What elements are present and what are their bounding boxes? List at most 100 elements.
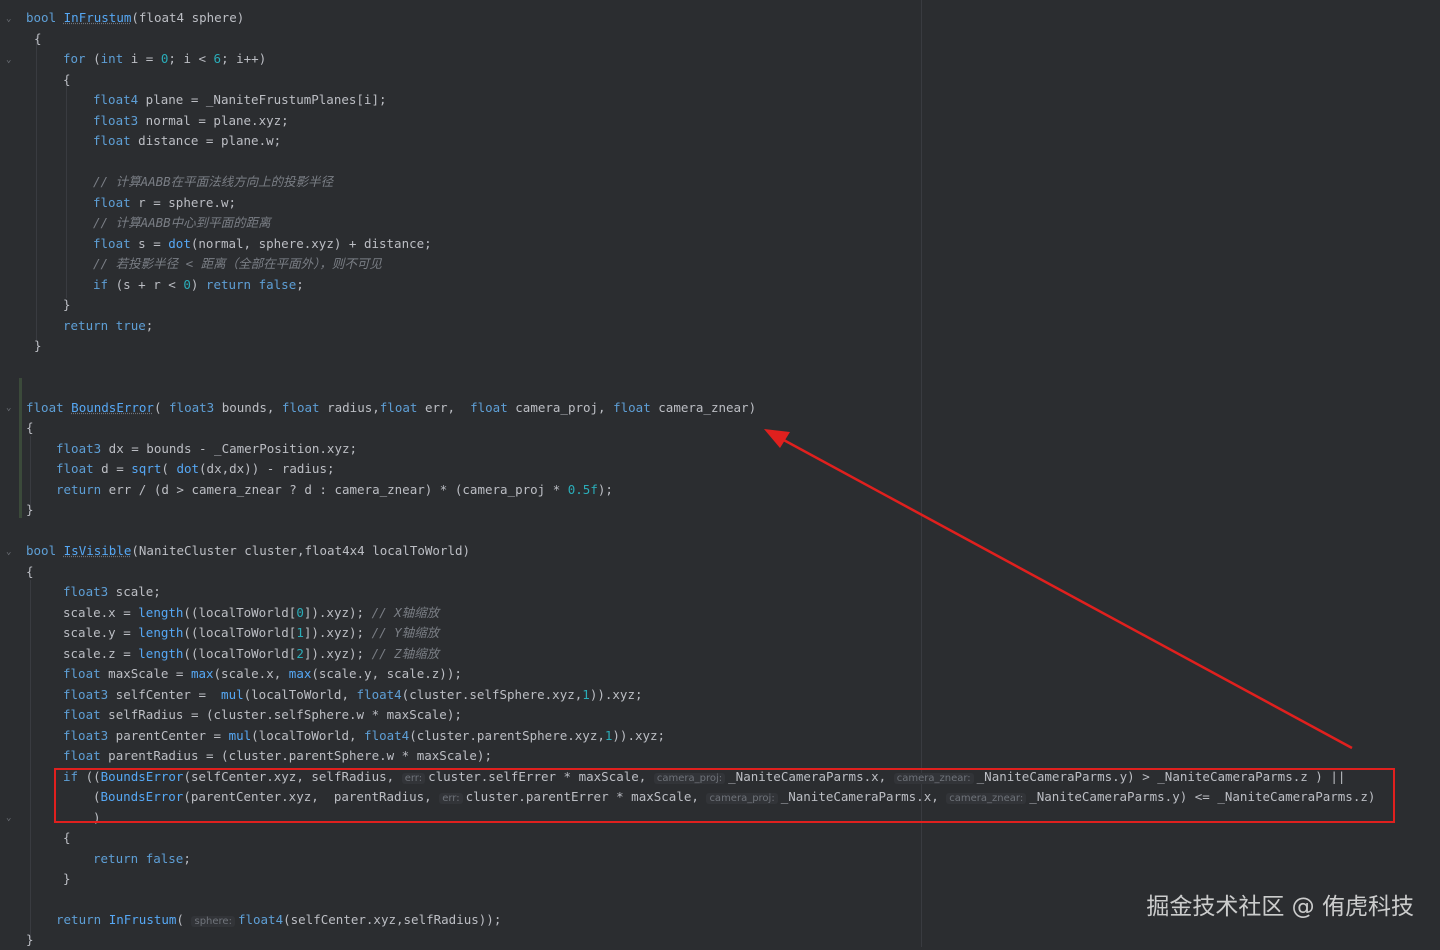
function-call: mul <box>221 687 244 702</box>
code-line[interactable]: float s = dot(normal, sphere.xyz) + dist… <box>93 234 432 254</box>
keyword: return <box>56 912 102 927</box>
code-line[interactable]: float r = sphere.w; <box>93 193 236 213</box>
code-line[interactable]: float maxScale = max(scale.x, max(scale.… <box>63 664 462 684</box>
code-text: )).xyz; <box>589 687 643 702</box>
keyword: return <box>63 318 109 333</box>
code-text: selfRadius = (cluster.selfSphere.w * max… <box>100 707 462 722</box>
code-line[interactable]: return true; <box>63 316 153 336</box>
vcs-change-marker <box>19 378 22 518</box>
type: float <box>613 400 651 415</box>
keyword: bool <box>26 543 57 558</box>
indent-guide <box>36 36 37 341</box>
code-line[interactable]: float BoundsError( float3 bounds, float … <box>26 398 756 418</box>
function-call: dot <box>176 461 200 476</box>
brace: } <box>63 297 71 312</box>
code-line[interactable]: // 计算AABB在平面法线方向上的投影半径 <box>93 172 333 192</box>
comment: // 计算AABB中心到平面的距离 <box>93 215 271 230</box>
code-line[interactable]: } <box>34 336 42 356</box>
code-line[interactable]: } <box>63 869 71 889</box>
code-line[interactable]: float3 scale; <box>63 582 161 602</box>
code-line[interactable]: } <box>26 930 34 950</box>
code-line[interactable]: return err / (d > camera_znear ? d : cam… <box>56 480 613 500</box>
code-line[interactable]: // 计算AABB中心到平面的距离 <box>93 213 271 233</box>
keyword: return <box>56 482 102 497</box>
code-line[interactable]: bool IsVisible(NaniteCluster cluster,flo… <box>26 541 470 561</box>
code-editor[interactable]: ⌄ ⌄ ⌄ ⌄ ⌄ bool InFrustum(float4 sphere) … <box>0 0 1440 947</box>
code-text: (scale.y, scale.z)); <box>311 666 462 681</box>
arrow-shaft <box>779 436 1353 750</box>
code-line[interactable]: float selfRadius = (cluster.selfSphere.w… <box>63 705 462 725</box>
code-line[interactable]: if (s + r < 0) return false; <box>93 275 304 295</box>
number: 6 <box>213 51 222 66</box>
code-text: r = sphere.w; <box>130 195 236 210</box>
code-line[interactable]: float4 plane = _NaniteFrustumPlanes[i]; <box>93 90 387 110</box>
type: float3 <box>63 584 109 599</box>
code-line[interactable]: return false; <box>93 849 191 869</box>
code-text: maxScale = <box>100 666 191 681</box>
code-line[interactable]: return InFrustum( sphere: float4(selfCent… <box>56 910 501 930</box>
code-line[interactable]: scale.y = length((localToWorld[1]).xyz);… <box>63 623 439 643</box>
fold-icon[interactable]: ⌄ <box>6 14 16 24</box>
brace: { <box>63 72 71 87</box>
type: float <box>93 236 131 251</box>
function-call: max <box>288 666 312 681</box>
code-line[interactable]: { <box>26 418 34 438</box>
code-line[interactable]: float3 selfCenter = mul(localToWorld, fl… <box>63 685 643 705</box>
number: 2 <box>296 646 304 661</box>
code-line[interactable]: { <box>26 562 34 582</box>
brace: { <box>26 564 34 579</box>
code-line[interactable]: // 若投影半径 < 距离（全部在平面外），则不可见 <box>93 254 382 274</box>
indent-guide <box>66 86 67 298</box>
code-line[interactable]: bool InFrustum(float4 sphere) <box>26 8 244 28</box>
code-text: scale; <box>108 584 161 599</box>
code-line[interactable]: float3 dx = bounds - _CamerPosition.xyz; <box>56 439 357 459</box>
highlight-box <box>54 768 1395 823</box>
code-line[interactable]: scale.x = length((localToWorld[0]).xyz);… <box>63 603 439 623</box>
code-line[interactable]: { <box>34 29 42 49</box>
type: float <box>379 400 418 415</box>
code-text: (dx,dx)) - radius; <box>199 461 335 476</box>
function-call: InFrustum <box>108 912 177 927</box>
type: float <box>93 195 131 210</box>
brace: { <box>63 830 71 845</box>
code-line[interactable]: float3 normal = plane.xyz; <box>93 111 289 131</box>
code-text: d = <box>93 461 132 476</box>
code-line[interactable]: { <box>63 70 71 90</box>
code-line[interactable]: } <box>63 295 71 315</box>
number: 1 <box>296 625 304 640</box>
code-text: (cluster.selfSphere.xyz, <box>401 687 583 702</box>
type: float4 <box>93 92 139 107</box>
code-line[interactable]: float3 parentCenter = mul(localToWorld, … <box>63 726 665 746</box>
keyword: bool <box>26 10 57 25</box>
fold-icon[interactable]: ⌄ <box>6 813 16 823</box>
type: float4 <box>356 687 402 702</box>
code-line[interactable]: float parentRadius = (cluster.parentSphe… <box>63 746 492 766</box>
code-text: ((localToWorld[ <box>183 625 297 640</box>
function-call: length <box>138 605 184 620</box>
function-name: IsVisible <box>63 543 132 558</box>
code-line[interactable]: scale.z = length((localToWorld[2]).xyz);… <box>63 644 439 664</box>
fold-icon[interactable]: ⌄ <box>6 403 16 413</box>
code-text: parentRadius = (cluster.parentSphere.w *… <box>100 748 492 763</box>
code-line[interactable]: float distance = plane.w; <box>93 131 281 151</box>
code-text: ( <box>85 51 101 66</box>
number: 0 <box>183 277 191 292</box>
code-line[interactable]: for (int i = 0; i < 6; i++) <box>63 49 266 69</box>
brace: } <box>34 338 42 353</box>
watermark: 掘金技术社区 @ 侑虎科技 <box>1146 894 1414 920</box>
keyword: return <box>205 277 252 292</box>
fold-icon[interactable]: ⌄ <box>6 55 16 65</box>
code-text: s = <box>130 236 169 251</box>
fold-icon[interactable]: ⌄ <box>6 547 16 557</box>
code-line[interactable]: { <box>63 828 71 848</box>
type: float3 <box>93 113 139 128</box>
function-call: sqrt <box>131 461 162 476</box>
code-line[interactable]: float d = sqrt( dot(dx,dx)) - radius; <box>56 459 335 479</box>
code-text: bounds, <box>214 400 282 415</box>
keyword: false <box>258 277 297 292</box>
type: float <box>281 400 320 415</box>
code-text: err, <box>417 400 471 415</box>
code-line[interactable]: } <box>26 500 34 520</box>
comment: // 若投影半径 < 距离（全部在平面外），则不可见 <box>93 256 382 271</box>
code-text: parentCenter = <box>108 728 229 743</box>
